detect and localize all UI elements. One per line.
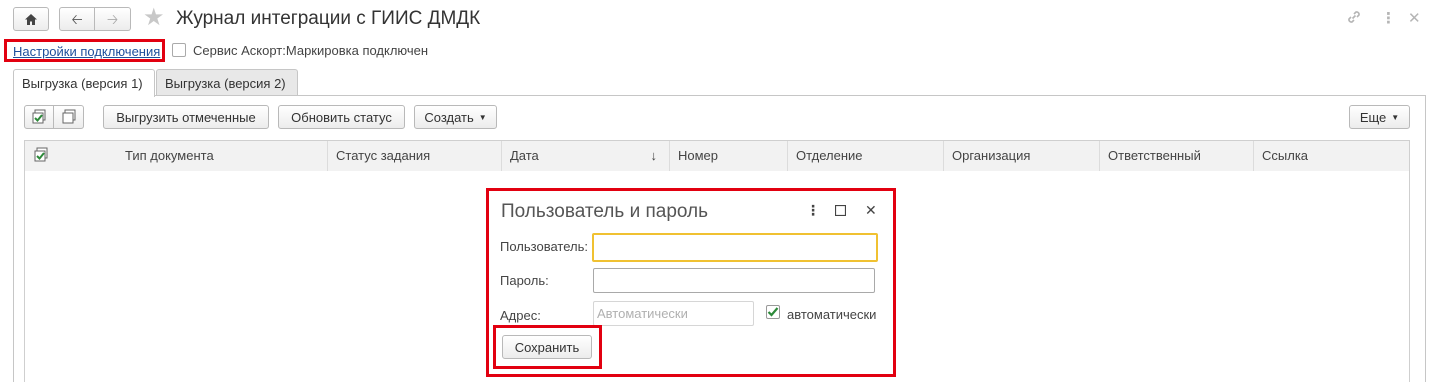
dialog-title: Пользователь и пароль (501, 201, 709, 222)
create-label: Создать (424, 109, 474, 125)
export-marked-button[interactable]: Выгрузить отмеченные (103, 105, 269, 129)
tab-label: Выгрузка (версия 2) (165, 75, 286, 91)
service-checkbox-label: Сервис Аскорт:Маркировка подключен (193, 43, 429, 58)
home-icon (25, 13, 37, 25)
tab-label: Выгрузка (версия 1) (22, 76, 143, 91)
column-header-task-status[interactable]: Статус задания (327, 141, 501, 171)
more-vertical-icon[interactable]: ⋮ (1381, 9, 1396, 27)
dropdown-arrow-icon: ▼ (478, 112, 487, 122)
column-header-organization[interactable]: Организация (943, 141, 1099, 171)
more-label: Еще (1359, 109, 1387, 125)
table-header: Тип документа Статус задания Дата ↓ Номе… (24, 140, 1410, 172)
close-icon[interactable]: ✕ (865, 203, 877, 217)
create-button[interactable]: Создать ▼ (414, 105, 497, 129)
user-label: Пользователь: (500, 239, 588, 254)
auto-address-checkbox[interactable] (766, 305, 780, 319)
column-header-doc-type[interactable]: Тип документа (117, 141, 327, 171)
star-icon[interactable]: ★ (143, 6, 165, 30)
password-label: Пароль: (500, 273, 549, 288)
page-title: Журнал интеграции с ГИИС ДМДК (176, 8, 481, 29)
column-header-department[interactable]: Отделение (787, 141, 943, 171)
address-label: Адрес: (500, 308, 541, 323)
service-checkbox[interactable] (172, 43, 186, 57)
auto-address-label: автоматически (787, 307, 877, 322)
more-vertical-icon[interactable]: ⋮ (806, 203, 820, 217)
column-header-date[interactable]: Дата ↓ (501, 141, 669, 171)
arrow-right-icon: 🡢 (106, 11, 119, 27)
more-button[interactable]: Еще ▼ (1349, 105, 1410, 129)
credentials-dialog: Пользователь и пароль ⋮ ✕ Пользователь: … (486, 188, 896, 377)
column-header-link[interactable]: Ссылка (1253, 141, 1409, 171)
forward-button[interactable]: 🡢 (95, 7, 131, 31)
address-input[interactable]: Автоматически (593, 301, 754, 326)
close-icon[interactable]: ✕ (1408, 9, 1421, 27)
arrow-left-icon: 🡠 (71, 11, 83, 27)
connection-settings-link[interactable]: Настройки подключения (13, 44, 160, 59)
password-input[interactable] (593, 268, 875, 293)
save-button[interactable]: Сохранить (502, 335, 592, 359)
refresh-status-button[interactable]: Обновить статус (278, 105, 405, 129)
check-icon (767, 307, 779, 317)
link-icon[interactable] (1346, 9, 1362, 29)
back-button[interactable]: 🡠 (59, 7, 95, 31)
check-all-button[interactable] (24, 105, 54, 129)
column-header-label: Дата (510, 148, 539, 163)
column-header-number[interactable]: Номер (669, 141, 787, 171)
check-column-icon[interactable] (33, 147, 49, 166)
settings-link-highlight: Настройки подключения (4, 39, 165, 62)
user-input[interactable] (592, 233, 878, 262)
tab-export-v1[interactable]: Выгрузка (версия 1) (13, 69, 155, 97)
home-button[interactable] (13, 7, 49, 31)
save-button-highlight: Сохранить (493, 325, 602, 369)
uncheck-all-button[interactable] (54, 105, 84, 129)
maximize-icon[interactable] (834, 204, 847, 218)
uncheck-all-icon (62, 109, 75, 124)
column-header-responsible[interactable]: Ответственный (1099, 141, 1253, 171)
check-all-icon (32, 109, 46, 124)
dropdown-arrow-icon: ▼ (1391, 112, 1400, 122)
tab-export-v2[interactable]: Выгрузка (версия 2) (156, 69, 298, 96)
sort-down-icon: ↓ (650, 148, 658, 163)
